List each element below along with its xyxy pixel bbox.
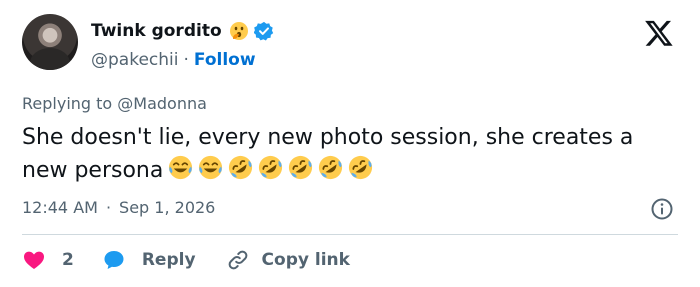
separator-dot: · (105, 198, 112, 217)
face-with-tears-of-joy-icon (169, 155, 193, 180)
x-logo-icon[interactable] (644, 18, 674, 48)
divider (22, 234, 678, 235)
rolling-on-the-floor-laughing-icon (289, 155, 313, 180)
face-with-tears-of-joy-icon (199, 155, 223, 180)
author-name-row: Twink gordito (91, 21, 274, 41)
copy-link-button[interactable]: Copy link (226, 248, 350, 272)
like-button[interactable]: 2 (22, 248, 74, 272)
copy-link-label: Copy link (261, 250, 350, 270)
tweet-text: She doesn't lie, every new photo session… (22, 122, 672, 187)
author-handle[interactable]: @pakechii (91, 50, 178, 70)
follow-button[interactable]: Follow (194, 50, 256, 70)
tweet-date[interactable]: Sep 1, 2026 (119, 198, 215, 217)
tweet-embed-card: Twink gordito @pakechii · Follow Replyin… (0, 0, 700, 287)
like-count: 2 (62, 250, 74, 270)
author-display-name[interactable]: Twink gordito (91, 21, 222, 41)
heart-icon (24, 251, 44, 269)
author-handle-row: @pakechii · Follow (91, 50, 256, 70)
reply-bubble-icon (104, 251, 124, 269)
reply-label: Reply (141, 250, 196, 270)
tweet-time[interactable]: 12:44 AM (22, 198, 98, 217)
tweet-emojis (167, 154, 374, 181)
rolling-on-the-floor-laughing-icon (319, 155, 343, 180)
verified-badge-icon (253, 21, 273, 41)
replying-to-label[interactable]: Replying to @Madonna (22, 94, 207, 113)
shocked-face-emoji-icon (229, 22, 248, 40)
tweet-actions: 2 Reply Copy link (22, 248, 350, 272)
rolling-on-the-floor-laughing-icon (229, 155, 253, 180)
tweet-timestamp[interactable]: 12:44 AM · Sep 1, 2026 (22, 198, 215, 217)
rolling-on-the-floor-laughing-icon (349, 155, 373, 180)
link-icon (228, 250, 247, 270)
avatar[interactable] (22, 14, 78, 70)
info-icon[interactable] (650, 197, 674, 221)
rolling-on-the-floor-laughing-icon (259, 155, 283, 180)
separator-dot: · (183, 50, 189, 70)
reply-button[interactable]: Reply (102, 248, 196, 272)
